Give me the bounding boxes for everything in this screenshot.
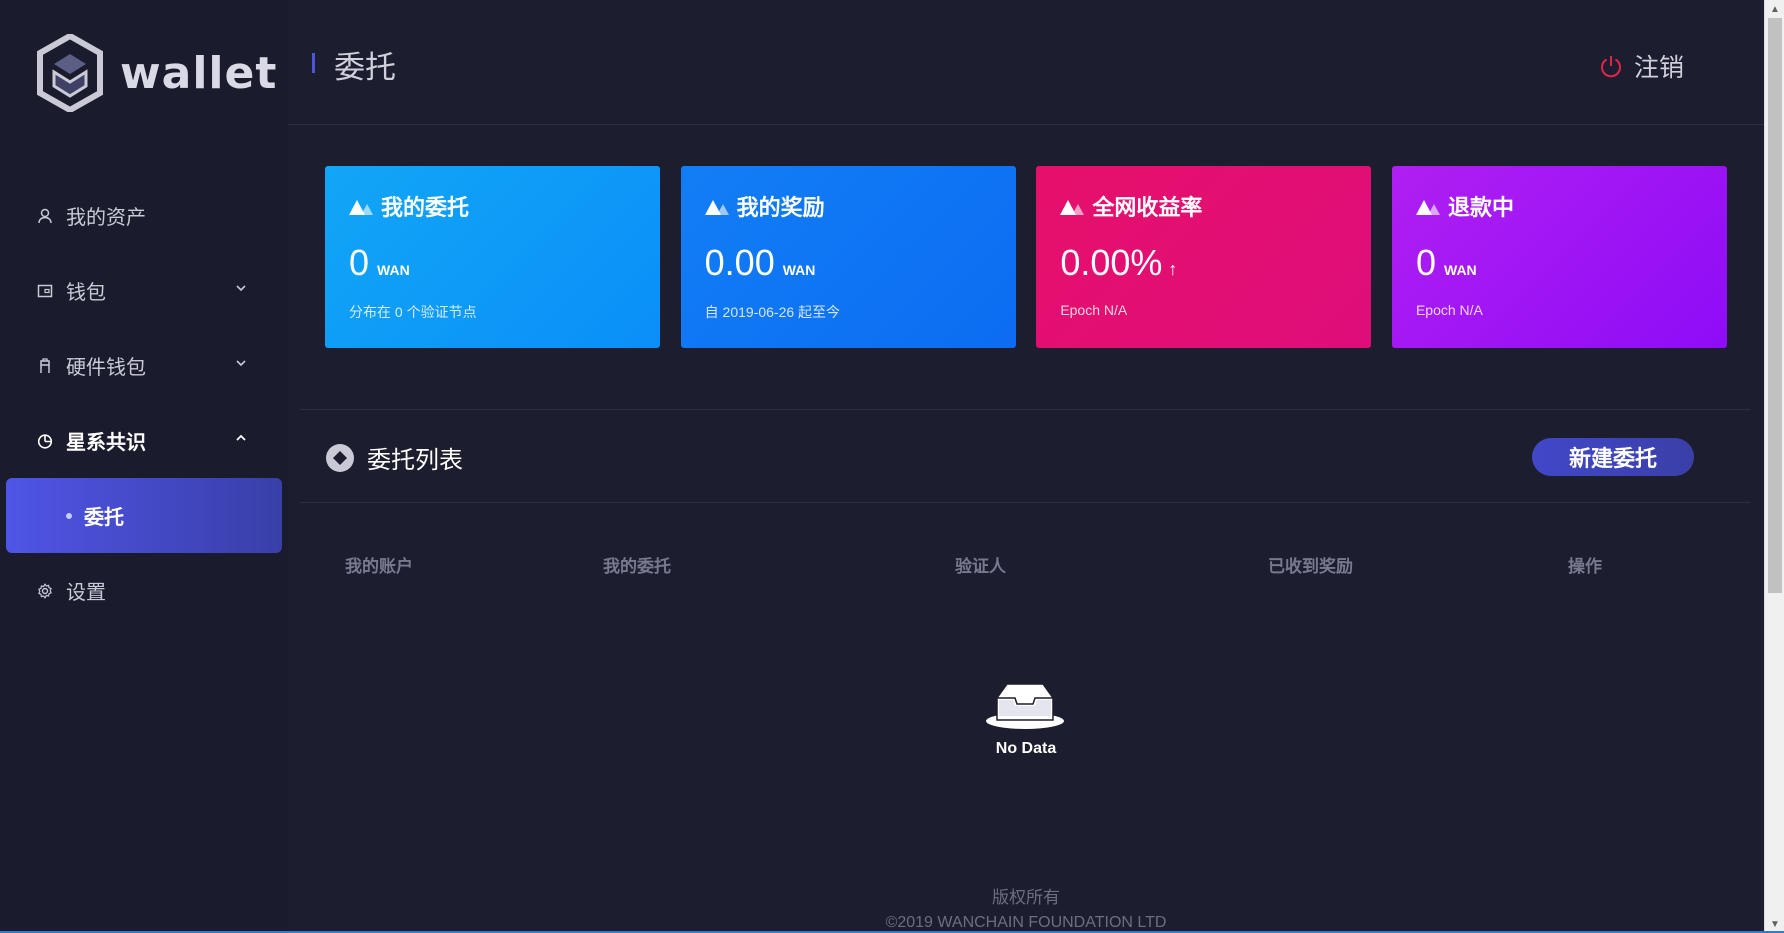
mountain-icon [704,200,729,215]
divider [300,502,1750,503]
hardware-wallet-icon [36,357,54,375]
card-refunding: 退款中 0 WAN Epoch N/A [1391,166,1727,348]
card-my-rewards: 我的奖励 0.00 WAN 自 2019-06-26 起至今 [680,166,1016,348]
sidebar-item-wallet[interactable]: 钱包 [0,253,288,328]
empty-inbox-icon [986,683,1064,729]
sidebar-item-label: 硬件钱包 [66,357,146,379]
wanchain-logo-icon [37,34,103,112]
page-header: 委托 注销 [288,0,1764,125]
logout-button[interactable]: 注销 [1598,48,1684,84]
sidebar-item-my-assets[interactable]: 我的资产 [0,178,288,253]
mountain-icon [1060,200,1085,215]
card-value: 0 [349,242,370,283]
page-title: 委托 [334,50,396,85]
sidebar-item-hardware-wallet[interactable]: 硬件钱包 [0,328,288,403]
card-subtitle: 分布在 0 个验证节点 [349,304,477,320]
user-icon [36,207,54,225]
power-icon [1601,56,1621,78]
sidebar-item-label: 我的资产 [66,207,146,229]
card-title: 全网收益率 [1092,195,1203,220]
sidebar-item-label: 星系共识 [66,432,146,454]
column-header-actions[interactable]: 操作 [1568,552,1602,577]
footer-company: ©2019 WANCHAIN FOUNDATION LTD [885,914,1167,931]
card-network-yield: 全网收益率 0.00% ↑ Epoch N/A [1036,166,1372,348]
card-value: 0.00% [1060,242,1163,283]
empty-state [985,676,1065,735]
sidebar-item-label: 设置 [66,582,106,604]
card-subtitle: Epoch N/A [1415,302,1483,318]
card-title: 退款中 [1447,195,1514,220]
sidebar-item-galaxy-consensus[interactable]: 星系共识 [0,403,288,478]
scrollbar-thumb[interactable] [1768,18,1782,593]
card-value: 0.00 [704,242,775,283]
pie-chart-icon [36,432,54,450]
column-header-my-delegation[interactable]: 我的委托 [603,552,671,577]
chevron-down-icon [236,285,246,292]
title-accent-bar [312,53,315,73]
delegation-list-header: 委托列表 [325,440,463,475]
card-unit: WAN [782,262,816,278]
chevron-up-icon [236,434,246,441]
gear-icon [36,582,54,600]
card-subtitle: 自 2019-06-26 起至今 [704,304,841,320]
column-header-rewards-received[interactable]: 已收到奖励 [1268,552,1353,577]
empty-state-text: No Data [995,740,1057,757]
sidebar-subitem-delegation[interactable]: 委托 [6,478,282,553]
brand-logo[interactable]: wallet [36,34,277,112]
mountain-icon [1415,200,1440,215]
card-title: 我的奖励 [736,195,825,220]
card-value: 0 [1415,242,1436,283]
scroll-up-arrow-icon[interactable]: ▲ [1765,0,1784,18]
bullet-icon [66,512,72,519]
card-subtitle: Epoch N/A [1060,302,1128,318]
chevron-down-icon [236,360,246,367]
sidebar-menu: 我的资产 钱包 硬件钱包 星系共识 委托 设置 [0,178,288,628]
column-header-my-account[interactable]: 我的账户 [345,552,413,577]
card-title: 我的委托 [381,195,470,220]
sidebar: wallet 我的资产 钱包 硬件钱包 星系共识 委托 设置 [0,0,288,933]
brand-logo-text: wallet [120,47,278,99]
sidebar-item-label: 钱包 [66,282,106,304]
footer: 版权所有 ©2019 WANCHAIN FOUNDATION LTD [288,883,1764,932]
card-my-delegation: 我的委托 0 WAN 分布在 0 个验证节点 [325,166,660,348]
card-unit: WAN [377,262,410,278]
footer-copyright-label: 版权所有 [992,888,1060,907]
logout-label: 注销 [1633,54,1684,82]
column-header-validator[interactable]: 验证人 [955,552,1006,577]
summary-cards: 我的委托 0 WAN 分布在 0 个验证节点 我的奖励 0.00 WAN 自 201… [325,166,1727,348]
vertical-scrollbar[interactable]: ▲ ▼ [1764,0,1784,933]
diamond-circle-icon [326,443,354,472]
sidebar-item-settings[interactable]: 设置 [0,553,288,628]
sidebar-subitem-label: 委托 [84,507,124,529]
app-window: wallet 我的资产 钱包 硬件钱包 星系共识 委托 设置 委托 注销 我的委… [0,0,1784,933]
delegation-list-title: 委托列表 [367,447,463,474]
arrow-up-icon: ↑ [1168,259,1178,279]
mountain-icon [349,200,373,215]
new-delegation-button[interactable]: 新建委托 [1532,438,1694,476]
card-unit: WAN [1444,262,1477,278]
divider [300,409,1750,410]
wallet-icon [36,282,54,300]
